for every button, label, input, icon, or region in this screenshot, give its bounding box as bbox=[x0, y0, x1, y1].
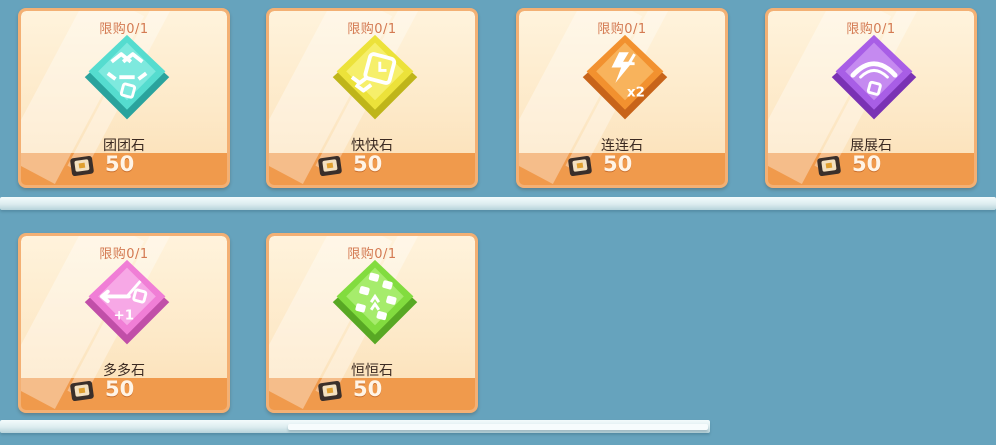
item-price: 50 bbox=[353, 152, 383, 176]
scrollbar[interactable] bbox=[288, 424, 708, 430]
svg-text:x2: x2 bbox=[627, 85, 645, 100]
price-row: 50 bbox=[768, 149, 974, 185]
item-price: 50 bbox=[852, 152, 882, 176]
price-row: 50 bbox=[269, 149, 475, 185]
ticket-icon bbox=[70, 380, 94, 402]
pink-stone-icon: +1 bbox=[84, 259, 170, 345]
purple-stone-icon bbox=[831, 34, 917, 120]
orange-stone-icon: x2 bbox=[582, 34, 668, 120]
shop-item-card[interactable]: 限购0/1 恒恒石 50 bbox=[266, 233, 478, 413]
yellow-stone-icon bbox=[332, 34, 418, 120]
price-row: 50 bbox=[519, 149, 725, 185]
price-row: 50 bbox=[21, 149, 227, 185]
green-stone-icon bbox=[332, 259, 418, 345]
price-row: 50 bbox=[21, 374, 227, 410]
item-price: 50 bbox=[105, 377, 135, 401]
teal-stone-icon bbox=[84, 34, 170, 120]
ticket-icon bbox=[318, 155, 342, 177]
shop-item-card[interactable]: 限购0/1 x2 连连石 50 bbox=[516, 8, 728, 188]
item-price: 50 bbox=[105, 152, 135, 176]
shop-item-card[interactable]: 限购0/1 快快石 50 bbox=[266, 8, 478, 188]
ticket-icon bbox=[318, 380, 342, 402]
shelf-top bbox=[0, 197, 996, 210]
ticket-icon bbox=[70, 155, 94, 177]
shop-item-card[interactable]: 限购0/1 +1 多多石 50 bbox=[18, 233, 230, 413]
price-row: 50 bbox=[269, 374, 475, 410]
svg-text:+1: +1 bbox=[114, 308, 135, 323]
ticket-icon bbox=[817, 155, 841, 177]
item-price: 50 bbox=[353, 377, 383, 401]
shop-panel: 限购0/1 团团石 50 限购0/1 快快石 50 限购0/1 x2 连连石 5… bbox=[0, 0, 996, 445]
item-price: 50 bbox=[603, 152, 633, 176]
shop-item-card[interactable]: 限购0/1 展展石 50 bbox=[765, 8, 977, 188]
shop-item-card[interactable]: 限购0/1 团团石 50 bbox=[18, 8, 230, 188]
ticket-icon bbox=[568, 155, 592, 177]
